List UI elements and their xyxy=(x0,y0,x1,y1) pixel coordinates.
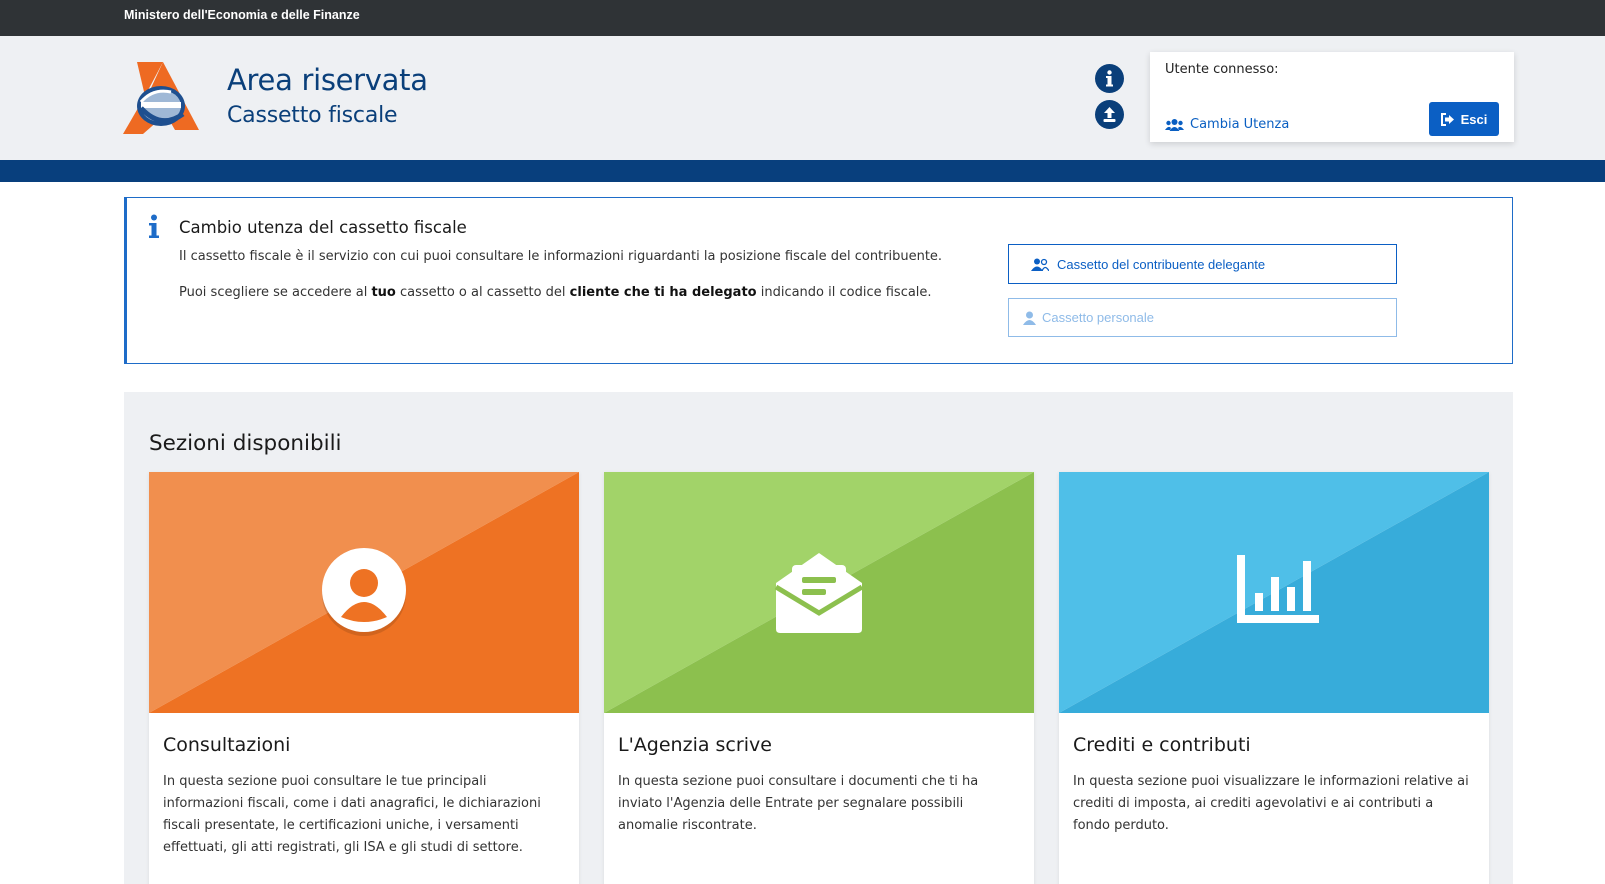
card-hero xyxy=(149,472,579,713)
envelope-icon xyxy=(774,553,864,633)
delegante-cassetto-button[interactable]: Cassetto del contribuente delegante xyxy=(1008,244,1397,284)
info-i-icon xyxy=(149,214,159,238)
info-panel-text-1: Il cassetto fiscale è il servizio con cu… xyxy=(179,249,943,264)
page-title: Area riservata xyxy=(227,63,428,97)
info-panel: Cambio utenza del cassetto fiscale Il ca… xyxy=(124,197,1513,364)
card-title: Consultazioni xyxy=(163,734,291,756)
agenzia-entrate-logo[interactable] xyxy=(123,62,199,134)
ministry-link[interactable]: Ministero dell'Economia e delle Finanze xyxy=(124,8,360,22)
users-icon xyxy=(1031,258,1049,271)
card-description: In questa sezione puoi consultare le tue… xyxy=(163,774,541,855)
bar-chart-icon xyxy=(1237,555,1319,623)
user-icon xyxy=(1023,311,1036,325)
sections-title: Sezioni disponibili xyxy=(149,431,342,456)
users-icon xyxy=(1165,118,1184,131)
card-consultazioni[interactable]: Consultazioni In questa sezione puoi con… xyxy=(149,472,579,884)
info-panel-title: Cambio utenza del cassetto fiscale xyxy=(179,218,467,237)
info-button[interactable] xyxy=(1095,64,1124,93)
page-subtitle: Cassetto fiscale xyxy=(227,103,398,128)
header-stripe xyxy=(0,160,1605,182)
sign-out-icon xyxy=(1440,112,1454,126)
card-agenzia-scrive[interactable]: L'Agenzia scrive In questa sezione puoi … xyxy=(604,472,1034,884)
card-description: In questa sezione puoi visualizzare le i… xyxy=(1073,774,1469,833)
card-title: Crediti e contributi xyxy=(1073,734,1251,756)
personal-cassetto-label: Cassetto personale xyxy=(1042,310,1155,325)
logout-button[interactable]: Esci xyxy=(1429,102,1499,136)
header: Area riservata Cassetto fiscale Utente c… xyxy=(0,36,1605,160)
connected-user-label: Utente connesso: xyxy=(1165,62,1279,77)
card-crediti-contributi[interactable]: Crediti e contributi In questa sezione p… xyxy=(1059,472,1489,884)
user-panel: Utente connesso: Cambia Utenza Esci xyxy=(1150,52,1514,142)
logout-label: Esci xyxy=(1460,111,1488,127)
card-hero xyxy=(1059,472,1489,713)
delegante-cassetto-label: Cassetto del contribuente delegante xyxy=(1057,256,1266,272)
personal-cassetto-button[interactable]: Cassetto personale xyxy=(1008,298,1397,337)
card-title: L'Agenzia scrive xyxy=(618,734,772,756)
upload-icon xyxy=(1103,107,1116,122)
upload-button[interactable] xyxy=(1095,100,1124,129)
change-user-link[interactable]: Cambia Utenza xyxy=(1165,117,1289,132)
sections-panel: Sezioni disponibili Consultazioni In que… xyxy=(124,392,1513,884)
user-icon xyxy=(322,548,406,636)
card-description: In questa sezione puoi consultare i docu… xyxy=(618,774,979,833)
info-panel-text-2: Puoi scegliere se accedere al tuo casset… xyxy=(179,285,932,300)
card-hero xyxy=(604,472,1034,713)
change-user-label: Cambia Utenza xyxy=(1190,117,1290,132)
top-bar: Ministero dell'Economia e delle Finanze xyxy=(0,0,1605,36)
info-icon xyxy=(1106,70,1113,87)
